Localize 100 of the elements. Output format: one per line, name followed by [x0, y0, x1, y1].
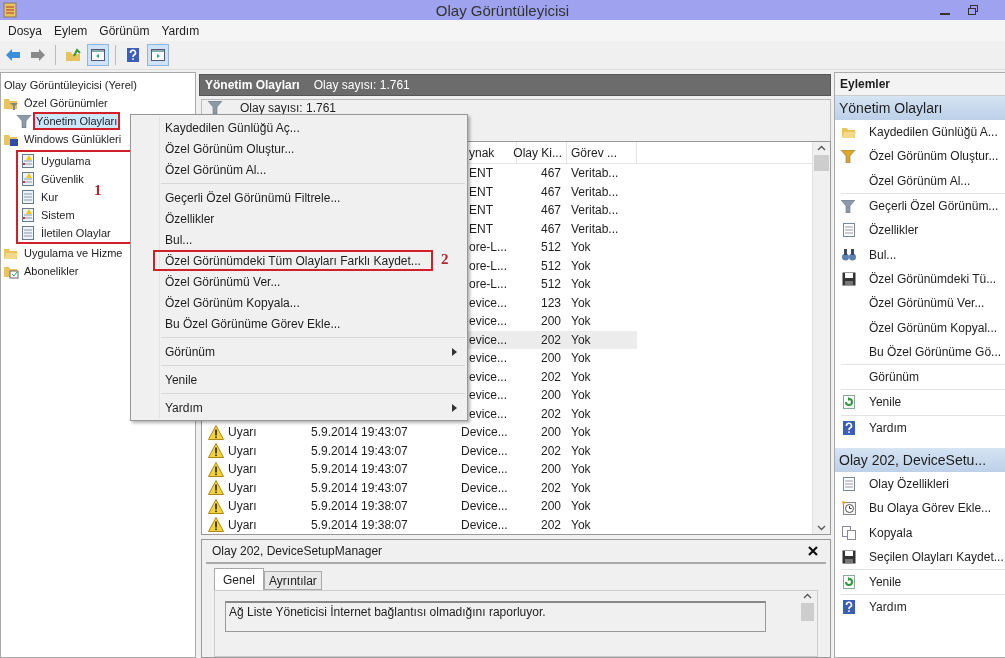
action-item[interactable]: Özel Görünüm Kopyal... [841, 315, 1005, 340]
table-cell-text: 512 [539, 240, 562, 255]
tree-item[interactable]: Özel Görünümler [21, 94, 111, 112]
tree-item[interactable]: Sistem [38, 206, 78, 224]
table-cell-text: 467 [539, 166, 562, 181]
table-row[interactable]: Uyarı 5.9.2014 19:38:07 Device... 202 Yok [202, 515, 637, 534]
table-cell-text: 200 [539, 351, 562, 366]
scrollbar[interactable] [812, 142, 830, 534]
column-header[interactable]: Görev ... [567, 142, 637, 163]
actions-header: Eylemler [835, 73, 1005, 96]
action-item[interactable]: Özel Görünümdeki Tü... [841, 266, 1005, 292]
tree-item[interactable]: Kur [38, 188, 62, 206]
table-row[interactable]: Uyarı 5.9.2014 19:43:07 Device... 200 Yok [202, 460, 637, 479]
menu-item[interactable]: Görünüm [131, 341, 467, 362]
scroll-down-icon[interactable] [817, 525, 826, 531]
menu-item[interactable]: Görünüm [93, 21, 156, 40]
binoculars-icon [841, 246, 857, 263]
action-item[interactable]: Yenile [841, 570, 1005, 595]
copy-icon [841, 524, 857, 541]
folder-up-icon [65, 47, 81, 63]
menu-item[interactable]: Yardım [155, 21, 206, 40]
tree-item[interactable]: Güvenlik [38, 170, 87, 188]
action-item[interactable]: Kaydedilen Günlüğü A... [841, 120, 1005, 145]
action-item[interactable]: Bul... [841, 242, 1005, 267]
table-cell-text: 202 [539, 406, 562, 421]
table-cell-text: 512 [539, 277, 562, 292]
scroll-up-icon[interactable] [803, 593, 812, 599]
level-text: Uyarı [228, 443, 257, 458]
section-header[interactable]: Yönetim Olayları [835, 96, 1005, 120]
filter-count: Olay sayısı: 1.761 [240, 101, 337, 115]
table-cell-text: Yok [570, 240, 592, 255]
message-field[interactable]: Ağ Liste Yöneticisi İnternet bağlantısı olmadığını raporluyor. [225, 601, 766, 632]
tree-item[interactable]: İletilen Olaylar [38, 224, 114, 242]
table-cell-text: Yok [570, 517, 592, 532]
tree-item[interactable]: Olay Görüntüleyicisi (Yerel) [1, 76, 140, 94]
menu-item[interactable]: Bu Özel Görünüme Görev Ekle... [131, 313, 467, 334]
log-icon [20, 225, 36, 241]
menu-item[interactable]: Dosya [2, 21, 48, 40]
section-header[interactable]: Olay 202, DeviceSetu... [835, 447, 1005, 472]
tree-item[interactable]: Abonelikler [21, 262, 82, 280]
help-icon [841, 599, 857, 616]
warning-icon [208, 461, 224, 477]
table-cell-text: ore-L... [468, 240, 508, 255]
action-item[interactable]: Özel Görünüm Oluştur... [841, 144, 1005, 169]
table-cell-text: evice... [468, 369, 508, 384]
table-cell-text: evice... [468, 332, 508, 347]
table-cell-text: evice... [468, 314, 508, 329]
menu-item[interactable]: Yardım [131, 397, 467, 418]
action-item[interactable]: Özel Görünümü Ver... [841, 291, 1005, 316]
menu-item[interactable]: Özel Görünüm Kopyala... [131, 292, 467, 313]
save-icon [841, 548, 857, 565]
action-item[interactable]: Yardım [841, 415, 1005, 440]
level-text: Uyarı [228, 499, 257, 514]
tree-item[interactable]: Windows Günlükleri [21, 130, 125, 148]
table-row[interactable]: Uyarı 5.9.2014 19:43:07 Device... 202 Yok [202, 441, 637, 460]
table-cell-text: 200 [539, 314, 562, 329]
table-cell-text: Veritab... [570, 166, 620, 181]
table-row[interactable]: Uyarı 5.9.2014 19:43:07 Device... 200 Yok [202, 423, 637, 442]
tree-item[interactable]: Yönetim Olayları [33, 112, 121, 130]
table-cell-text: Yok [570, 480, 592, 495]
scroll-thumb[interactable] [801, 603, 814, 621]
action-item[interactable]: Özellikler [841, 218, 1005, 243]
toolbar-button[interactable] [147, 44, 169, 66]
tab[interactable]: Ayrıntılar [264, 571, 322, 590]
action-item[interactable]: Görünüm [841, 364, 1005, 390]
menu-item[interactable]: Geçerli Özel Görünümü Filtrele... [131, 187, 467, 208]
action-item[interactable]: Yenile [841, 390, 1005, 415]
action-item[interactable]: Yardım [841, 595, 1005, 620]
tab[interactable]: Genel [214, 568, 265, 590]
event-count: Olay sayısı: 1.761 [313, 78, 410, 92]
toolbar-button[interactable] [87, 44, 109, 66]
action-item[interactable]: Bu Olaya Görev Ekle... [841, 496, 1005, 521]
table-cell-text: 200 [539, 425, 562, 440]
tree-item[interactable]: Uygulama [38, 152, 94, 170]
refresh-icon [841, 574, 857, 591]
close-button[interactable] [808, 546, 818, 556]
action-item[interactable]: Geçerli Özel Görünüm... [841, 193, 1005, 219]
table-row[interactable]: Uyarı 5.9.2014 19:43:07 Device... 202 Yok [202, 478, 637, 497]
back-arrow-icon [5, 47, 21, 63]
menu-item[interactable]: Özellikler [131, 208, 467, 229]
table-cell-text: 5.9.2014 19:43:07 [310, 462, 409, 477]
annotation-number: 2 [441, 251, 449, 268]
table-cell-text: 123 [539, 295, 562, 310]
menu-item[interactable]: Eylem [48, 21, 94, 40]
action-item[interactable]: Seçilen Olayları Kaydet... [841, 544, 1005, 570]
menu-item[interactable]: Yenile [131, 369, 467, 390]
table-row[interactable]: Uyarı 5.9.2014 19:38:07 Device... 200 Yok [202, 497, 637, 516]
window-title: Olay Görüntüleyicisi [434, 1, 571, 19]
menu-item[interactable]: Kaydedilen Günlüğü Aç... [131, 117, 467, 138]
action-item[interactable]: Özel Görünüm Al... [841, 168, 1005, 193]
scroll-thumb[interactable] [814, 155, 829, 171]
menu-item[interactable]: Özel Görünümdeki Tüm Olayları Farklı Kaydet... 2 [131, 250, 467, 271]
scroll-up-icon[interactable] [817, 145, 826, 151]
action-item[interactable]: Bu Özel Görünüme Gö... [841, 339, 1005, 364]
menu-item[interactable]: Bul... [131, 229, 467, 250]
tree-item[interactable]: Uygulama ve Hizme [21, 244, 126, 262]
annotation-number: 1 [94, 182, 102, 199]
action-item[interactable]: Olay Özellikleri [841, 471, 1005, 497]
action-item[interactable]: Kopyala [841, 520, 1005, 545]
menu-item[interactable]: Özel Görünümü Ver... [131, 271, 467, 292]
